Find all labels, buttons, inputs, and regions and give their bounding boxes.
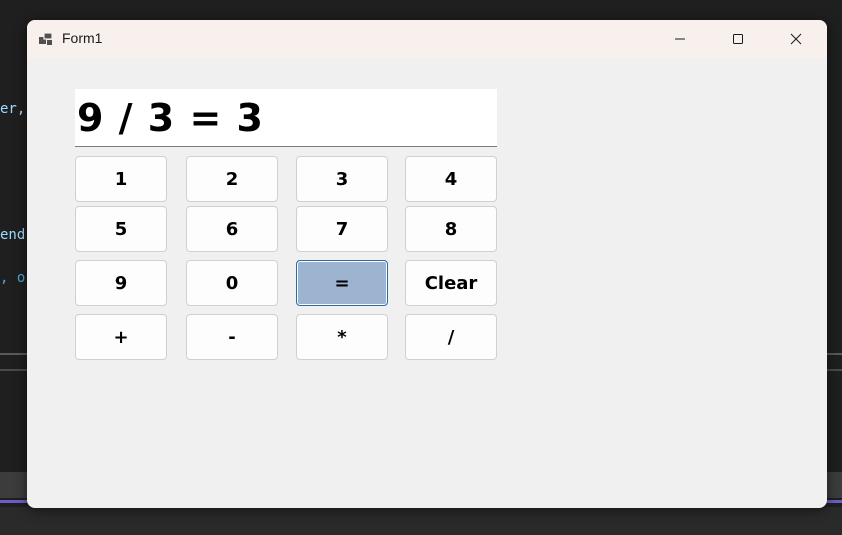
result-display[interactable]: 9 / 3 = 3 bbox=[75, 89, 497, 147]
digit-9-button[interactable]: 9 bbox=[75, 260, 167, 306]
multiply-button[interactable]: * bbox=[296, 314, 388, 360]
minus-button[interactable]: - bbox=[186, 314, 278, 360]
digit-7-button[interactable]: 7 bbox=[296, 206, 388, 252]
digit-2-button[interactable]: 2 bbox=[186, 156, 278, 202]
digit-0-button[interactable]: 0 bbox=[186, 260, 278, 306]
clear-button[interactable]: Clear bbox=[405, 260, 497, 306]
equals-button[interactable]: = bbox=[296, 260, 388, 306]
background-code-fragment: end bbox=[0, 227, 26, 243]
minimize-button[interactable] bbox=[657, 20, 703, 58]
maximize-icon bbox=[733, 34, 743, 44]
background-statusbar bbox=[0, 507, 842, 535]
minimize-icon bbox=[675, 38, 685, 40]
digit-1-button[interactable]: 1 bbox=[75, 156, 167, 202]
background-code-fragment: er, bbox=[0, 101, 26, 117]
window-title: Form1 bbox=[62, 30, 103, 46]
maximize-button[interactable] bbox=[715, 20, 761, 58]
digit-3-button[interactable]: 3 bbox=[296, 156, 388, 202]
form-window: Form1 9 / 3 = 3 1 2 3 4 5 6 7 8 9 0 = Cl… bbox=[27, 20, 827, 508]
display-text: 9 / 3 = 3 bbox=[77, 96, 264, 140]
app-window-icon bbox=[39, 32, 53, 45]
digit-6-button[interactable]: 6 bbox=[186, 206, 278, 252]
divide-button[interactable]: / bbox=[405, 314, 497, 360]
digit-5-button[interactable]: 5 bbox=[75, 206, 167, 252]
background-code-fragment: , o bbox=[0, 270, 26, 286]
plus-button[interactable]: + bbox=[75, 314, 167, 360]
close-icon bbox=[790, 33, 802, 45]
digit-4-button[interactable]: 4 bbox=[405, 156, 497, 202]
title-bar[interactable]: Form1 bbox=[27, 20, 827, 58]
digit-8-button[interactable]: 8 bbox=[405, 206, 497, 252]
close-button[interactable] bbox=[773, 20, 819, 58]
